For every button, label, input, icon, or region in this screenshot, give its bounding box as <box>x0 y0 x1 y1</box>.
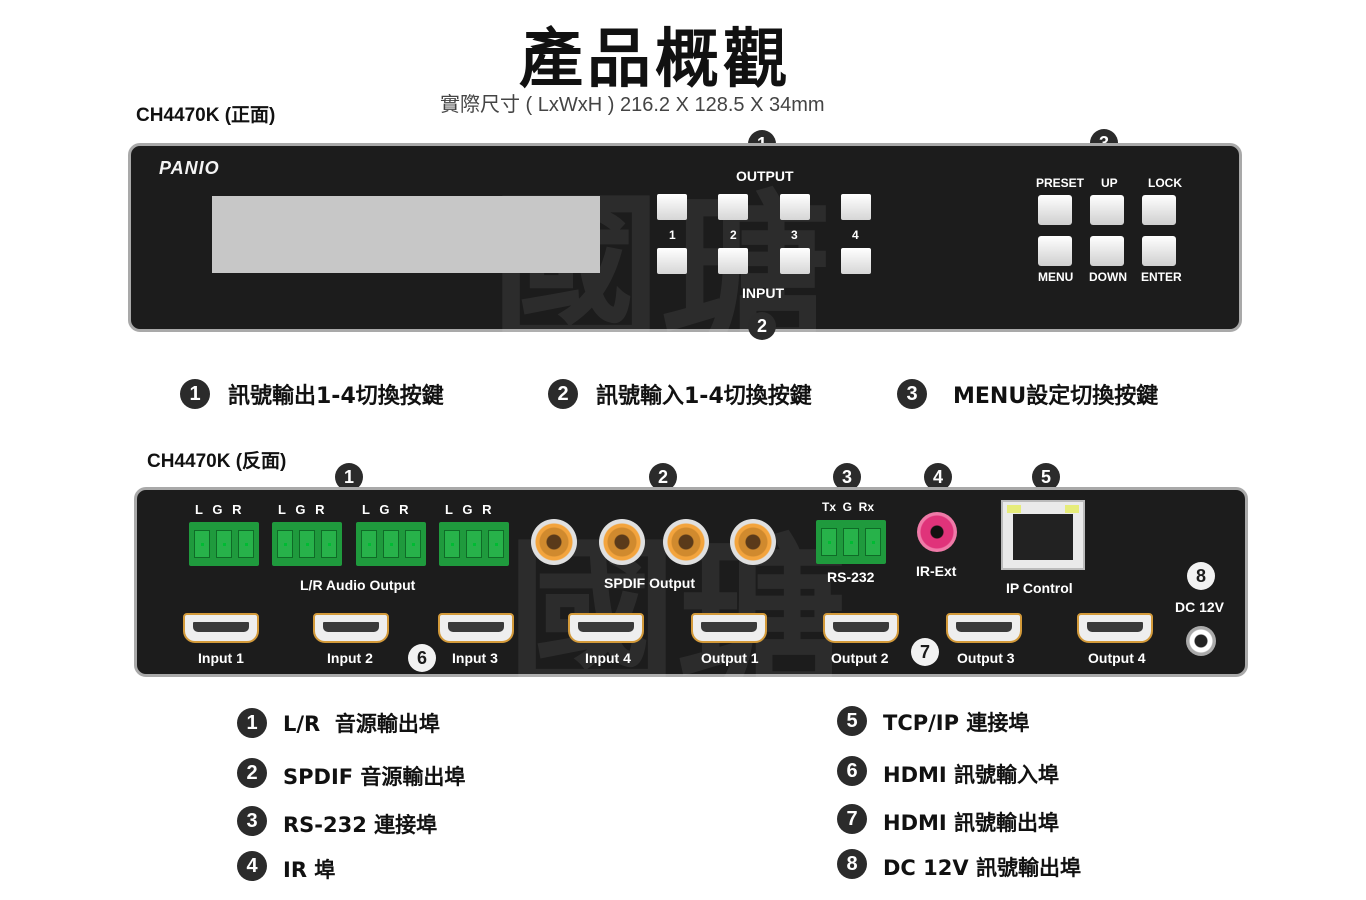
hdmi-label-output-2: Output 2 <box>831 650 889 666</box>
output-key-2[interactable] <box>718 194 748 220</box>
ir-ext-port[interactable] <box>917 512 957 552</box>
hdmi-output-2[interactable] <box>823 613 899 643</box>
spdif-port-2[interactable] <box>599 519 645 565</box>
input-label: INPUT <box>742 285 784 301</box>
hdmi-input-4[interactable] <box>568 613 644 643</box>
output-key-4[interactable] <box>841 194 871 220</box>
rear-badge-6: 6 <box>408 644 436 672</box>
page-title: 產品概觀 <box>519 23 791 97</box>
input-key-1[interactable] <box>657 248 687 274</box>
rear-legend-text-5: TCP/IP 連接埠 <box>883 711 1030 735</box>
rear-legend-text-8: DC 12V 訊號輸出埠 <box>883 856 1081 880</box>
front-legend-text-2: 訊號輸入1-4切換按鍵 <box>596 384 812 409</box>
rear-legend-num-6: 6 <box>837 756 867 786</box>
rear-legend-text-1: L/R 音源輸出埠 <box>283 712 440 736</box>
hdmi-label-output-1: Output 1 <box>701 650 759 666</box>
input-key-2[interactable] <box>718 248 748 274</box>
rear-legend-text-2: SPDIF 音源輸出埠 <box>283 765 466 789</box>
preset-label: PRESET <box>1036 176 1085 190</box>
down-label: DOWN <box>1089 270 1127 284</box>
ir-ext-label: IR-Ext <box>916 563 957 579</box>
lcd-display <box>212 196 600 273</box>
dimensions-subtitle: 實際尺寸 ( LxWxH ) 216.2 X 128.5 X 34mm <box>440 94 825 116</box>
lock-key[interactable] <box>1142 195 1176 225</box>
spdif-port-1[interactable] <box>531 519 577 565</box>
lgr-label-3: L G R <box>362 502 409 517</box>
channel-number-2: 2 <box>730 228 737 242</box>
down-key[interactable] <box>1090 236 1124 266</box>
preset-key[interactable] <box>1038 195 1072 225</box>
enter-label: ENTER <box>1141 270 1182 284</box>
channel-number-1: 1 <box>669 228 676 242</box>
audio-terminal-1[interactable] <box>189 522 259 566</box>
rear-badge-7: 7 <box>911 638 939 666</box>
front-legend-text-3: MENU設定切換按鍵 <box>953 384 1159 409</box>
audio-terminal-2[interactable] <box>272 522 342 566</box>
audio-terminal-3[interactable] <box>356 522 426 566</box>
hdmi-output-1[interactable] <box>691 613 767 643</box>
up-key[interactable] <box>1090 195 1124 225</box>
menu-label: MENU <box>1038 270 1074 284</box>
ip-control-port[interactable] <box>1001 500 1085 570</box>
spdif-port-4[interactable] <box>730 519 776 565</box>
rear-legend-text-4: IR 埠 <box>283 858 336 882</box>
hdmi-label-input-3: Input 3 <box>452 650 498 666</box>
rear-legend-text-6: HDMI 訊號輸入埠 <box>883 763 1060 787</box>
front-section-label: CH4470K (正面) <box>136 105 276 126</box>
hdmi-input-3[interactable] <box>438 613 514 643</box>
channel-number-4: 4 <box>852 228 859 242</box>
audio-terminal-4[interactable] <box>439 522 509 566</box>
output-label: OUTPUT <box>736 168 794 184</box>
rear-legend-num-4: 4 <box>237 851 267 881</box>
hdmi-label-input-4: Input 4 <box>585 650 631 666</box>
rear-badge-8: 8 <box>1187 562 1215 590</box>
dc-12v-label: DC 12V <box>1175 599 1225 615</box>
brand-logo: PANIO <box>159 158 220 178</box>
up-label: UP <box>1101 176 1118 190</box>
spdif-port-3[interactable] <box>663 519 709 565</box>
hdmi-input-1[interactable] <box>183 613 259 643</box>
rear-legend-num-8: 8 <box>837 849 867 879</box>
hdmi-label-output-3: Output 3 <box>957 650 1015 666</box>
ip-control-label: IP Control <box>1006 580 1073 596</box>
rear-legend-num-7: 7 <box>837 804 867 834</box>
enter-key[interactable] <box>1142 236 1176 266</box>
rear-legend-text-3: RS-232 連接埠 <box>283 813 438 837</box>
dc-power-jack[interactable] <box>1186 626 1216 656</box>
rear-section-label: CH4470K (反面) <box>147 451 287 472</box>
hdmi-input-2[interactable] <box>313 613 389 643</box>
lock-label: LOCK <box>1148 176 1182 190</box>
rear-legend-text-7: HDMI 訊號輸出埠 <box>883 811 1060 835</box>
rs232-pins-label: Tx G Rx <box>822 500 875 514</box>
lgr-label-2: L G R <box>278 502 325 517</box>
front-badge-2: 2 <box>748 312 776 340</box>
rear-legend-num-3: 3 <box>237 806 267 836</box>
audio-output-label: L/R Audio Output <box>300 577 416 593</box>
front-legend-num-1: 1 <box>180 379 210 409</box>
watermark-rear: 國瑭 <box>507 520 848 718</box>
rear-legend-num-1: 1 <box>237 708 267 738</box>
rs232-terminal[interactable] <box>816 520 886 564</box>
front-legend-num-2: 2 <box>548 379 578 409</box>
hdmi-output-4[interactable] <box>1077 613 1153 643</box>
front-legend-num-3: 3 <box>897 379 927 409</box>
rs232-label: RS-232 <box>827 569 875 585</box>
lgr-label-1: L G R <box>195 502 242 517</box>
lgr-label-4: L G R <box>445 502 492 517</box>
rear-legend-num-5: 5 <box>837 706 867 736</box>
output-key-3[interactable] <box>780 194 810 220</box>
input-key-4[interactable] <box>841 248 871 274</box>
spdif-output-label: SPDIF Output <box>604 575 695 591</box>
input-key-3[interactable] <box>780 248 810 274</box>
hdmi-output-3[interactable] <box>946 613 1022 643</box>
front-legend-text-1: 訊號輸出1-4切換按鍵 <box>228 384 444 409</box>
hdmi-label-output-4: Output 4 <box>1088 650 1146 666</box>
hdmi-label-input-1: Input 1 <box>198 650 244 666</box>
channel-number-3: 3 <box>791 228 798 242</box>
menu-key[interactable] <box>1038 236 1072 266</box>
hdmi-label-input-2: Input 2 <box>327 650 373 666</box>
output-key-1[interactable] <box>657 194 687 220</box>
rear-legend-num-2: 2 <box>237 758 267 788</box>
